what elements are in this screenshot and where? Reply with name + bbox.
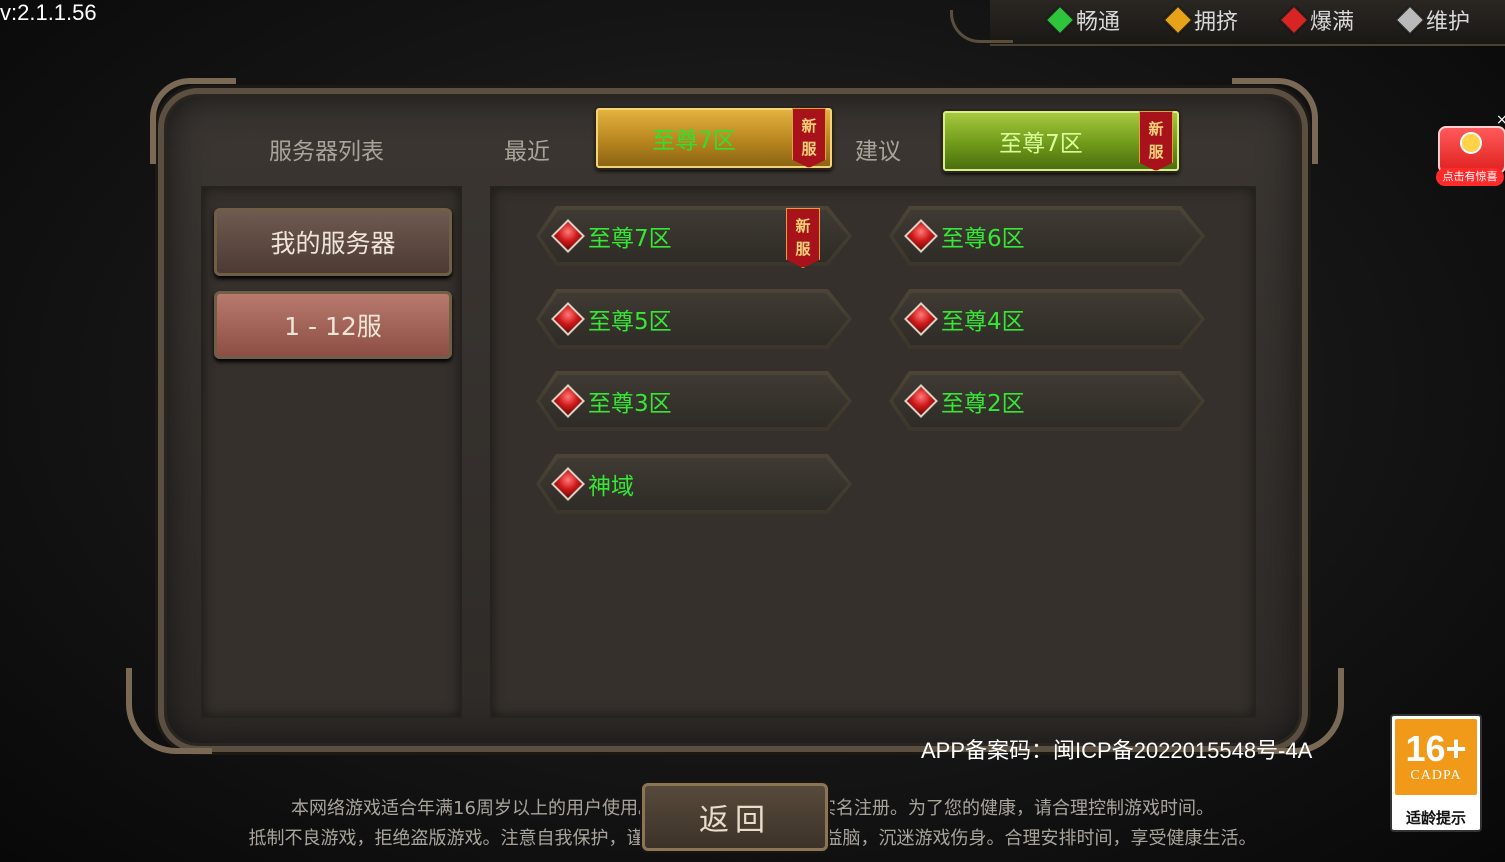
recent-server-name: 至尊7区 (652, 128, 736, 154)
server-name: 神域 (588, 474, 634, 500)
server-item[interactable]: 至尊6区 (889, 206, 1205, 266)
suggest-label: 建议 (855, 139, 901, 165)
back-button[interactable]: 返回 (642, 783, 828, 851)
legend-maintenance: 维护 (1395, 4, 1471, 36)
close-icon[interactable]: × (1496, 112, 1505, 128)
new-tag-text: 服 (795, 240, 811, 258)
frame-ornament (1232, 78, 1318, 164)
rating-org: CADPA (1410, 768, 1462, 783)
new-server-tag: 新 服 (792, 108, 826, 168)
server-name: 至尊5区 (588, 309, 672, 335)
sidebar-item-my-servers[interactable]: 我的服务器 (214, 208, 452, 276)
red-gem-icon (1279, 5, 1309, 35)
server-item[interactable]: 至尊3区 (536, 371, 852, 431)
legend-label: 爆满 (1310, 10, 1355, 35)
version-label: v:2.1.1.56 (0, 0, 97, 25)
age-rating-badge: 16+ CADPA 适龄提示 (1390, 714, 1482, 832)
gray-gem-icon (1395, 5, 1425, 35)
icp-record: APP备案码：闽ICP备2022015548号-4A (921, 738, 1313, 763)
server-name: 至尊4区 (941, 309, 1025, 335)
sidebar-item-label: 我的服务器 (270, 229, 396, 258)
sidebar-item-label: 1 - 12服 (284, 312, 382, 341)
server-status-legend: 畅通 拥挤 爆满 维护 (950, 0, 1505, 46)
new-server-tag: 新 服 (786, 208, 820, 268)
orange-gem-icon (1163, 5, 1193, 35)
new-server-tag: 新 服 (1139, 111, 1173, 171)
gift-caption: 点击有惊喜 (1436, 168, 1504, 186)
frame-ornament (150, 78, 236, 164)
server-name: 至尊7区 (588, 226, 672, 252)
server-item[interactable]: 至尊5区 (536, 289, 852, 349)
suggest-server-name: 至尊7区 (999, 131, 1083, 157)
new-tag-text: 新 (801, 117, 817, 135)
recent-server-button[interactable]: 至尊7区 新 服 (596, 108, 832, 168)
new-tag-text: 服 (801, 140, 817, 158)
legend-label: 畅通 (1076, 10, 1121, 35)
server-name: 至尊3区 (588, 391, 672, 417)
age-tip: 适龄提示 (1405, 809, 1466, 827)
server-item[interactable]: 至尊4区 (889, 289, 1205, 349)
gift-widget[interactable]: 点击有惊喜 (1436, 122, 1505, 186)
legend-full: 爆满 (1279, 4, 1355, 36)
coin-icon (1460, 132, 1482, 154)
age-rating: 16+ (1405, 728, 1467, 769)
server-name: 至尊6区 (941, 226, 1025, 252)
legend-label: 拥挤 (1194, 10, 1239, 35)
suggest-server-button[interactable]: 至尊7区 新 服 (943, 111, 1179, 171)
back-button-label: 返回 (699, 803, 771, 838)
server-name: 至尊2区 (941, 391, 1025, 417)
recent-label: 最近 (504, 139, 550, 165)
server-item[interactable]: 神域 (536, 454, 852, 514)
green-gem-icon (1045, 5, 1075, 35)
new-tag-text: 新 (1148, 120, 1164, 138)
frame-ornament (126, 668, 212, 754)
legend-crowded: 拥挤 (1163, 4, 1239, 36)
new-tag-text: 服 (1148, 143, 1164, 161)
sidebar-item-servers-1-12[interactable]: 1 - 12服 (214, 291, 452, 359)
server-item[interactable]: 至尊2区 (889, 371, 1205, 431)
new-tag-text: 新 (795, 217, 811, 235)
legend-label: 维护 (1426, 10, 1471, 35)
legend-smooth: 畅通 (1045, 4, 1121, 36)
panel-title: 服务器列表 (269, 139, 384, 165)
